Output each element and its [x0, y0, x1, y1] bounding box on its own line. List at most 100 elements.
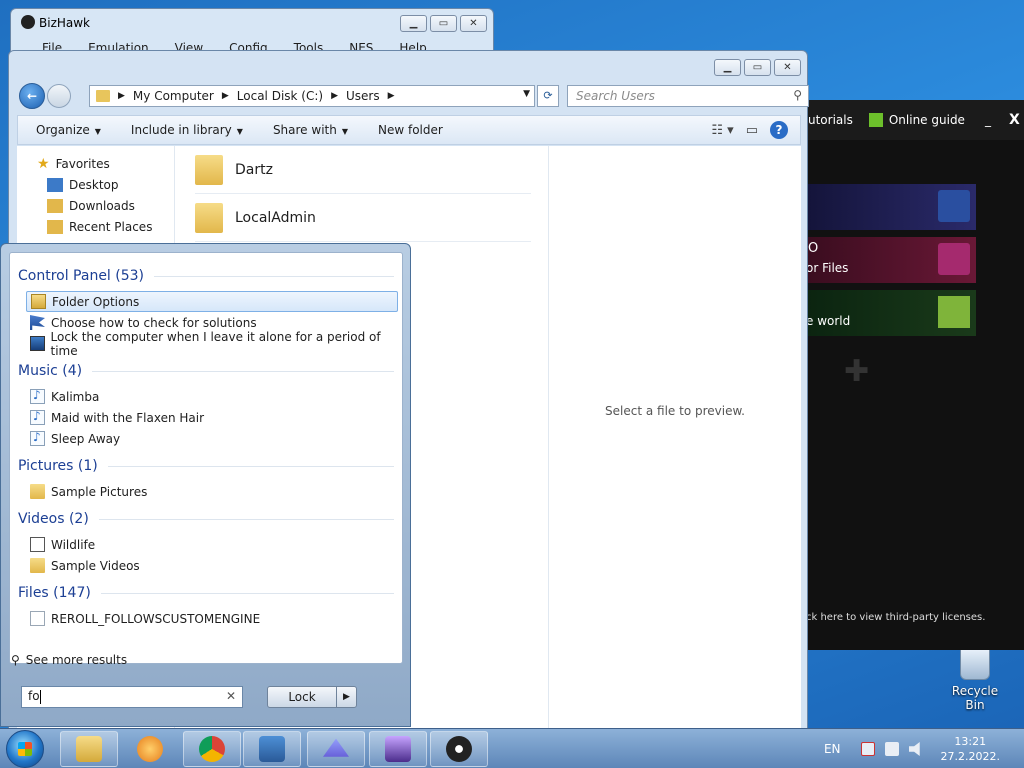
action-center-icon[interactable]: [860, 742, 875, 756]
taskbar-bizhawk[interactable]: [430, 731, 488, 767]
forward-button[interactable]: [47, 84, 71, 108]
dark-app-tile-2[interactable]: O or Files: [806, 237, 976, 283]
folder-icon: [30, 558, 45, 573]
taskbar-media-player[interactable]: [121, 731, 179, 767]
view-options-icon[interactable]: ☷ ▾: [711, 123, 733, 138]
address-row: ← ▶ My Computer ▶ Local Disk (C:) ▶ User…: [19, 81, 809, 111]
explorer-window-controls: ▁ ▭ ✕: [714, 59, 801, 76]
result-label: Folder Options: [52, 294, 140, 309]
breadcrumb-separator-icon[interactable]: ▶: [118, 91, 125, 101]
category-pictures[interactable]: Pictures (1): [18, 458, 394, 474]
explorer-minimize-button[interactable]: ▁: [714, 59, 741, 76]
dark-app-tile-3[interactable]: e world: [806, 290, 976, 336]
clear-search-icon[interactable]: ✕: [226, 689, 236, 703]
clock[interactable]: 13:21 27.2.2022.: [941, 734, 1000, 764]
new-folder-button[interactable]: New folder: [378, 123, 443, 137]
search-placeholder: Search Users: [576, 89, 655, 103]
start-menu: Control Panel (53) Folder Options Choose…: [0, 243, 411, 727]
dark-app-window[interactable]: utorials Online guide _ X O or Files e w…: [806, 100, 1024, 650]
nav-downloads[interactable]: Downloads: [47, 199, 135, 213]
folder-options-icon: [31, 294, 46, 309]
file-row[interactable]: LocalAdmin: [195, 194, 531, 242]
refresh-button[interactable]: ⟳: [537, 85, 559, 107]
bizhawk-window-controls: ▁ ▭ ✕: [400, 15, 487, 32]
organize-menu[interactable]: Organize ▼: [36, 123, 101, 137]
category-music[interactable]: Music (4): [18, 363, 394, 379]
bizhawk-maximize-button[interactable]: ▭: [430, 15, 457, 32]
online-guide-link[interactable]: Online guide: [868, 113, 965, 127]
taskbar-chrome[interactable]: [183, 731, 241, 767]
category-videos[interactable]: Videos (2): [18, 511, 394, 527]
search-input[interactable]: Search Users ⚲: [567, 85, 809, 107]
breadcrumb-separator-icon[interactable]: ▶: [222, 91, 229, 101]
music-icon: [30, 409, 45, 425]
explorer-maximize-button[interactable]: ▭: [744, 59, 771, 76]
share-with-menu[interactable]: Share with ▼: [273, 123, 348, 137]
recent-places-icon: [47, 220, 63, 234]
dark-app-minimize-button[interactable]: _: [985, 113, 991, 127]
explorer-close-button[interactable]: ✕: [774, 59, 801, 76]
bizhawk-taskbar-icon: [446, 736, 472, 762]
breadcrumb-separator-icon[interactable]: ▶: [388, 91, 395, 101]
tutorials-link[interactable]: utorials: [808, 113, 853, 127]
search-icon[interactable]: ⚲: [793, 88, 802, 102]
chevron-down-icon: ▼: [341, 127, 348, 136]
result-sleep-away[interactable]: Sleep Away: [26, 428, 398, 449]
result-label: Wildlife: [51, 537, 96, 552]
address-dropdown-icon[interactable]: ▼: [523, 89, 530, 99]
result-reroll-file[interactable]: REROLL_FOLLOWSCUSTOMENGINE: [26, 608, 398, 629]
search-results-panel: Control Panel (53) Folder Options Choose…: [9, 252, 403, 664]
result-wildlife[interactable]: Wildlife: [26, 534, 398, 555]
add-tile-icon[interactable]: ✚: [844, 354, 869, 389]
result-kalimba[interactable]: Kalimba: [26, 386, 398, 407]
category-title: Music (4): [18, 363, 83, 379]
breadcrumb-my-computer[interactable]: My Computer: [133, 89, 214, 103]
category-control-panel[interactable]: Control Panel (53): [18, 268, 394, 284]
language-indicator[interactable]: EN: [824, 742, 841, 756]
lock-button[interactable]: Lock ▶: [267, 686, 357, 708]
dark-app-close-button[interactable]: X: [1009, 112, 1020, 128]
share-with-label: Share with: [272, 123, 337, 137]
dark-app-tile-1[interactable]: [806, 184, 976, 230]
include-in-library-menu[interactable]: Include in library ▼: [131, 123, 243, 137]
category-files[interactable]: Files (147): [18, 585, 394, 601]
network-icon[interactable]: [884, 742, 899, 756]
back-button[interactable]: ←: [19, 83, 45, 109]
start-button[interactable]: [6, 730, 44, 768]
breadcrumb-separator-icon[interactable]: ▶: [331, 91, 338, 101]
recycle-bin-label: Recycle Bin: [951, 684, 999, 712]
result-label: Sleep Away: [51, 431, 121, 446]
search-icon: ⚲: [11, 653, 20, 667]
start-search-input[interactable]: fo ✕: [21, 686, 243, 708]
nav-desktop[interactable]: Desktop: [47, 178, 119, 192]
help-icon[interactable]: ?: [770, 121, 788, 139]
file-row[interactable]: Dartz: [195, 146, 531, 194]
result-maid-flaxen-hair[interactable]: Maid with the Flaxen Hair: [26, 407, 398, 428]
license-link[interactable]: ck here to view third-party licenses.: [806, 612, 985, 623]
taskbar-app-6[interactable]: [369, 731, 427, 767]
breadcrumb-users[interactable]: Users: [346, 89, 380, 103]
taskbar-control-panel[interactable]: [243, 731, 301, 767]
explorer-icon: [76, 736, 102, 762]
address-bar[interactable]: ▶ My Computer ▶ Local Disk (C:) ▶ Users …: [89, 85, 535, 107]
result-sample-pictures[interactable]: Sample Pictures: [26, 481, 398, 502]
taskbar-app-5[interactable]: [307, 731, 365, 767]
result-folder-options[interactable]: Folder Options: [26, 291, 398, 312]
taskbar-explorer[interactable]: [60, 731, 118, 767]
address-folder-icon: [96, 90, 110, 102]
power-options-arrow-icon[interactable]: ▶: [336, 687, 356, 707]
preview-pane-icon[interactable]: ▭: [746, 123, 758, 138]
downloads-icon: [47, 199, 63, 213]
result-lock-computer[interactable]: Lock the computer when I leave it alone …: [26, 330, 398, 358]
nav-favorites[interactable]: ★ Favorites: [37, 156, 110, 172]
recycle-bin[interactable]: Recycle Bin: [942, 648, 1008, 712]
chevron-down-icon: ▼: [236, 127, 243, 136]
nav-recent-places[interactable]: Recent Places: [47, 220, 152, 234]
bizhawk-close-button[interactable]: ✕: [460, 15, 487, 32]
result-sample-videos[interactable]: Sample Videos: [26, 555, 398, 576]
volume-icon[interactable]: [908, 742, 920, 756]
breadcrumb-local-disk[interactable]: Local Disk (C:): [237, 89, 323, 103]
see-more-results-link[interactable]: ⚲ See more results: [11, 653, 127, 667]
bizhawk-minimize-button[interactable]: ▁: [400, 15, 427, 32]
result-label: Maid with the Flaxen Hair: [51, 410, 205, 425]
